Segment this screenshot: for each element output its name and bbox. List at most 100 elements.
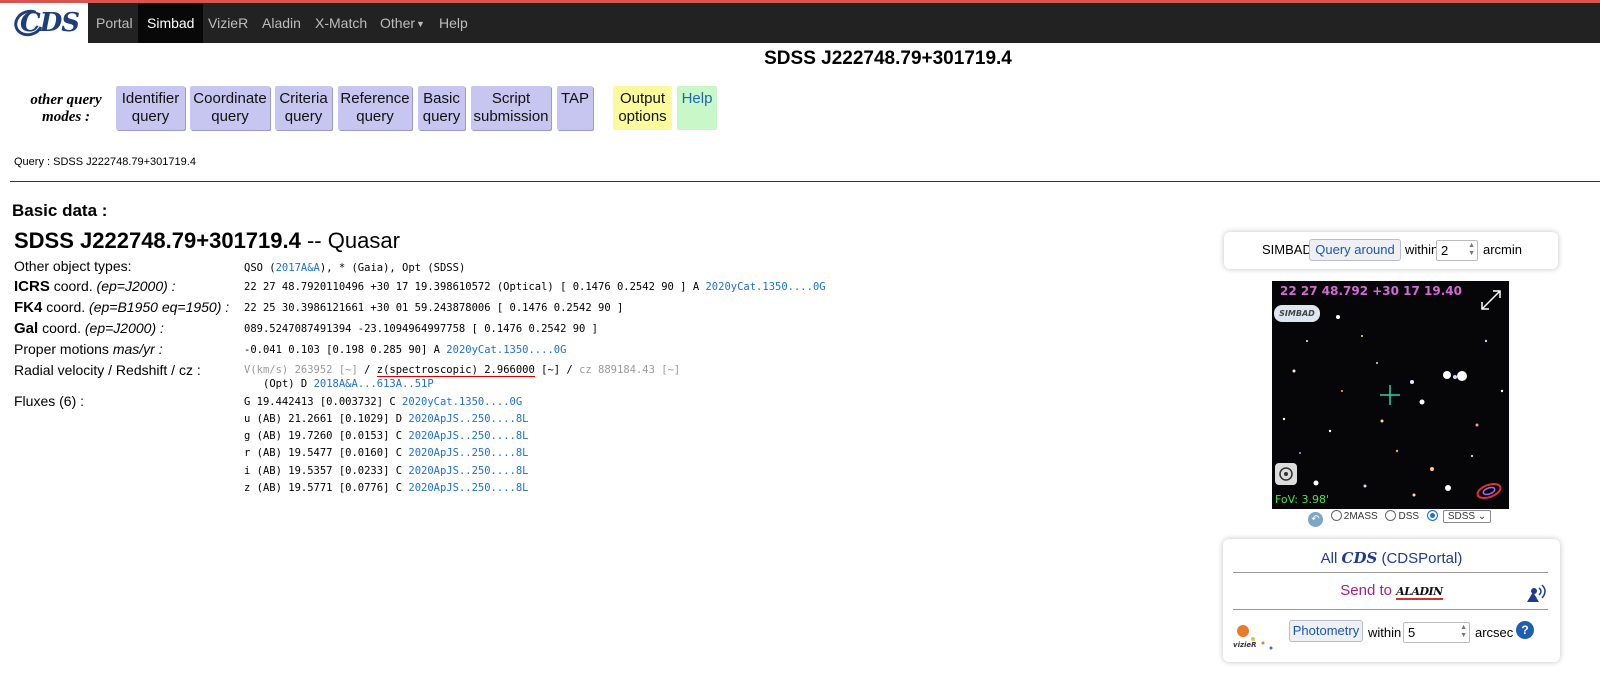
output-options-button[interactable]: Output options: [613, 86, 672, 130]
basic-query-button[interactable]: Basic query: [418, 86, 465, 130]
radial-velocity-value: V(km/s) 263952 [~] / z(spectroscopic) 2.…: [244, 364, 681, 377]
flux-value: g (AB) 19.7260 [0.0153] C: [244, 430, 409, 442]
nav-vizier[interactable]: VizieR: [199, 3, 257, 43]
query-around-button[interactable]: Query around: [1309, 239, 1401, 261]
proper-motion-ref-link[interactable]: 2020yCat.1350....0G: [446, 344, 566, 356]
criteria-query-button[interactable]: Criteria query: [275, 86, 332, 130]
flux-row: g (AB) 19.7260 [0.0153] C 2020ApJS..250.…: [244, 430, 528, 442]
gal-coord-word: coord.: [38, 320, 85, 336]
icrs-ref-link[interactable]: 2020yCat.1350....0G: [705, 281, 825, 293]
fk4-value: 22 25 30.3986121661 +30 01 59.243878006 …: [244, 302, 624, 314]
nav-xmatch[interactable]: X-Match: [306, 3, 376, 43]
divider: [10, 181, 1600, 182]
button-line2: query: [284, 108, 323, 125]
send-to-word: Send to: [1340, 582, 1392, 599]
nav-simbad[interactable]: Simbad: [138, 3, 204, 43]
icrs-value: 22 27 48.7920110496 +30 17 19.398610572 …: [244, 281, 826, 293]
galaxy-icon: [1476, 483, 1502, 499]
button-line2: query: [356, 108, 394, 125]
gal-name: Gal: [14, 320, 39, 337]
arcsec-label: arcsec: [1475, 625, 1514, 640]
fullscreen-icon[interactable]: [1481, 290, 1501, 310]
survey-select-value: SDSS: [1447, 511, 1476, 522]
aladin-logo: ALADIN: [1396, 585, 1443, 600]
nav-other-dropdown[interactable]: Other▼: [371, 3, 434, 43]
simbad-badge-icon: SIMBAD: [1274, 305, 1320, 322]
vizier-logo-text: vizieR: [1233, 641, 1257, 649]
cds-logo[interactable]: CDS: [0, 3, 88, 43]
flux-row: i (AB) 19.5357 [0.0233] C 2020ApJS..250.…: [244, 465, 528, 477]
spinner-arrows-icon[interactable]: ▲ ▼: [1460, 624, 1467, 640]
caret-down-icon: ▼: [416, 19, 425, 29]
query-around-panel: SIMBAD Query around within 2 ▲ ▼ arcmin: [1224, 232, 1558, 269]
flux-row: z (AB) 19.5771 [0.0776] C 2020ApJS..250.…: [244, 482, 528, 494]
flux-value: z (AB) 19.5771 [0.0776] C: [244, 482, 409, 494]
radius-arcmin-value: 2: [1441, 243, 1449, 258]
tap-button[interactable]: TAP: [557, 86, 593, 130]
help-circle-icon[interactable]: ?: [1516, 621, 1534, 639]
cdsportal-word: (CDSPortal): [1381, 550, 1463, 567]
radio-2mass[interactable]: [1330, 510, 1342, 521]
radius-arcmin-input[interactable]: 2 ▲ ▼: [1436, 240, 1478, 261]
nav-help[interactable]: Help: [430, 3, 477, 43]
proper-motion-label: Proper motions mas/yr :: [14, 341, 163, 357]
identifier-query-button[interactable]: Identifier query: [116, 86, 185, 130]
survey-select[interactable]: SDSS ⌄: [1442, 510, 1492, 523]
spinner-arrows-icon[interactable]: ▲ ▼: [1468, 242, 1475, 258]
icrs-coordinates: 22 27 48.7920110496 +30 17 19.398610572 …: [244, 281, 706, 293]
button-line2: query: [131, 108, 170, 125]
flux-value: u (AB) 21.2661 [0.1029] D: [244, 413, 409, 425]
button-line2: query: [211, 108, 249, 125]
samp-antenna-icon[interactable]: [1523, 582, 1551, 606]
nav-portal[interactable]: Portal: [87, 3, 142, 43]
flux-ref-link[interactable]: 2020ApJS..250....8L: [408, 482, 528, 494]
simbad-label: SIMBAD: [1262, 242, 1312, 257]
object-heading: SDSS J222748.79+301719.4 -- Quasar: [14, 228, 400, 254]
coordinate-query-button[interactable]: Coordinate query: [190, 86, 270, 130]
flux-ref-link[interactable]: 2020ApJS..250....8L: [408, 465, 528, 477]
flux-row: G 19.442413 [0.003732] C 2020yCat.1350..…: [244, 396, 522, 408]
rv-ref-link[interactable]: 2018A&A...613A..51P: [314, 378, 434, 390]
radio-sdss[interactable]: [1426, 510, 1438, 521]
flux-ref-link[interactable]: 2020ApJS..250....8L: [408, 413, 528, 425]
proper-motion-value: -0.041 0.103 [0.198 0.285 90] A 2020yCat…: [244, 344, 566, 356]
icrs-coord-word: coord.: [49, 278, 97, 294]
gal-epoch: (ep=J2000) :: [84, 320, 164, 336]
separator: [1233, 572, 1548, 573]
nav-aladin[interactable]: Aladin: [253, 3, 310, 43]
reference-query-button[interactable]: Reference query: [338, 86, 412, 130]
button-line1: Reference: [340, 90, 410, 107]
icrs-name: ICRS: [14, 278, 50, 295]
sky-preview-image[interactable]: 22 27 48.792 +30 17 19.40 SIMBAD FoV: 3.…: [1272, 281, 1509, 509]
gal-label: Gal coord. (ep=J2000) :: [14, 320, 164, 337]
rv-cz: cz 889184.43 [~]: [579, 364, 681, 376]
flux-ref-link[interactable]: 2020yCat.1350....0G: [402, 396, 522, 408]
radius-arcsec-input[interactable]: 5 ▲ ▼: [1403, 622, 1470, 643]
flux-ref-link[interactable]: 2020ApJS..250....8L: [408, 447, 528, 459]
photometry-button[interactable]: Photometry: [1289, 620, 1363, 642]
button-line1: Script: [491, 90, 531, 107]
button-line1: TAP: [560, 90, 590, 107]
sky-coordinates: 22 27 48.792 +30 17 19.40: [1280, 284, 1463, 298]
radio-dss[interactable]: [1385, 510, 1397, 521]
flux-value: r (AB) 19.5477 [0.0160] C: [244, 447, 409, 459]
cds-portal-link[interactable]: All CDS (CDSPortal): [1223, 549, 1560, 567]
other-types-prefix: QSO (: [244, 262, 276, 274]
other-types-ref-link[interactable]: 2017A&A: [276, 262, 320, 274]
script-submission-button[interactable]: Script submission: [471, 86, 551, 130]
arcmin-label: arcmin: [1483, 242, 1523, 257]
button-line1: Basic: [423, 90, 460, 107]
navbar: CDS Portal Simbad VizieR Aladin X-Match …: [0, 3, 1600, 43]
proper-motion-unit: mas/yr :: [112, 341, 163, 357]
separator: [1233, 609, 1548, 610]
cds-logo-text: CDS: [20, 8, 80, 38]
flux-ref-link[interactable]: 2020ApJS..250....8L: [408, 430, 528, 442]
flux-row: r (AB) 19.5477 [0.0160] C 2020ApJS..250.…: [244, 447, 528, 459]
target-locate-icon[interactable]: [1275, 463, 1297, 485]
back-arrow-icon[interactable]: ↶: [1308, 512, 1323, 527]
cds-mini-logo: CDS: [1341, 549, 1378, 567]
query-summary: Query : SDSS J222748.79+301719.4: [14, 156, 196, 168]
help-button[interactable]: Help: [677, 86, 717, 130]
radius-arcsec-value: 5: [1408, 625, 1416, 640]
send-to-aladin-link[interactable]: Send to ALADIN: [1223, 582, 1560, 600]
